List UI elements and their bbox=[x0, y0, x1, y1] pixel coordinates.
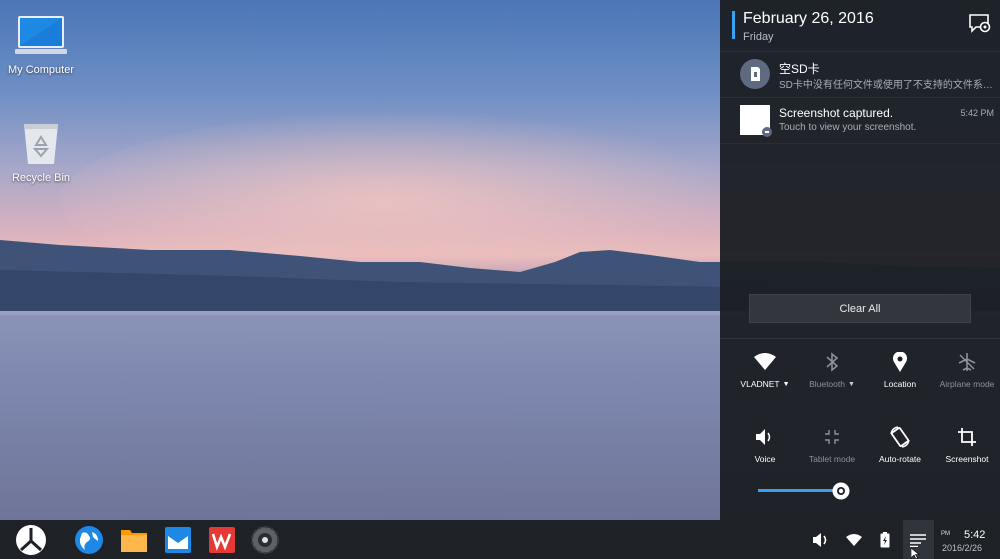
notification-subtitle: SD卡中没有任何文件或使用了不支持的文件系… bbox=[779, 80, 993, 91]
notification-screenshot[interactable]: Screenshot captured. Touch to view your … bbox=[720, 98, 1000, 144]
panel-date: February 26, 2016 bbox=[743, 10, 874, 27]
file-manager-button[interactable] bbox=[118, 524, 150, 556]
wps-office-button[interactable] bbox=[206, 524, 238, 556]
desktop-icon-label: My Computer bbox=[7, 64, 75, 76]
volume-icon bbox=[813, 533, 827, 547]
auto-rotate-icon bbox=[889, 426, 911, 448]
tray-volume[interactable] bbox=[810, 529, 832, 551]
brightness-slider-knob[interactable] bbox=[832, 482, 850, 500]
volume-icon bbox=[754, 426, 776, 448]
computer-icon bbox=[15, 16, 67, 54]
recycle-bin-icon bbox=[24, 124, 58, 164]
clock-time[interactable]: 5:42 bbox=[964, 529, 985, 541]
panel-header: February 26, 2016 Friday bbox=[720, 0, 1000, 52]
email-icon bbox=[165, 527, 191, 553]
brightness-icon bbox=[832, 482, 850, 500]
quick-setting-label: Voice bbox=[754, 454, 776, 464]
start-menu-icon bbox=[16, 525, 46, 555]
quick-settings-divider bbox=[720, 338, 1000, 339]
tray-battery[interactable] bbox=[874, 529, 896, 551]
clear-all-button[interactable]: Clear All bbox=[749, 294, 971, 323]
desktop-icon-my-computer[interactable]: My Computer bbox=[1, 14, 81, 76]
date-accent-bar bbox=[732, 11, 735, 39]
battery-icon bbox=[880, 532, 890, 548]
caret-down-icon: ▼ bbox=[847, 380, 855, 388]
tray-wifi[interactable] bbox=[843, 529, 865, 551]
notification-title: Screenshot captured. bbox=[779, 106, 894, 120]
location-icon bbox=[889, 351, 911, 373]
wifi-icon bbox=[846, 533, 862, 546]
caret-down-icon: ▼ bbox=[782, 380, 790, 388]
sd-card-icon bbox=[740, 59, 770, 89]
desktop-icon-label: Recycle Bin bbox=[11, 172, 71, 184]
quick-setting-label: Location bbox=[883, 379, 917, 389]
panel-day: Friday bbox=[743, 31, 774, 43]
mouse-cursor-icon bbox=[911, 548, 920, 559]
wps-office-icon bbox=[209, 527, 235, 553]
notification-time: 5:42 PM bbox=[960, 108, 994, 118]
quick-setting-label: Screenshot bbox=[945, 454, 989, 464]
quick-setting-auto-rotate[interactable]: Auto-rotate bbox=[865, 426, 935, 464]
settings-button[interactable] bbox=[249, 524, 281, 556]
settings-icon bbox=[251, 526, 279, 554]
start-menu-button[interactable] bbox=[15, 524, 47, 556]
quick-setting-voice[interactable]: Voice bbox=[730, 426, 800, 464]
screenshot-thumbnail-icon bbox=[740, 105, 772, 137]
file-manager-icon bbox=[121, 530, 147, 552]
quick-setting-wifi[interactable]: VLADNET ▼ bbox=[730, 351, 800, 389]
quick-setting-airplane[interactable]: Airplane mode bbox=[932, 351, 1000, 389]
email-button[interactable] bbox=[162, 524, 194, 556]
notification-subtitle: Touch to view your screenshot. bbox=[779, 122, 917, 133]
clock-ampm: PM bbox=[941, 531, 950, 537]
quick-setting-bluetooth[interactable]: Bluetooth ▼ bbox=[797, 351, 867, 389]
notification-sd-card[interactable]: 空SD卡 SD卡中没有任何文件或使用了不支持的文件系… bbox=[720, 52, 1000, 98]
quick-setting-label: Tablet mode bbox=[808, 454, 856, 464]
airplane-icon bbox=[956, 351, 978, 373]
tablet-mode-icon bbox=[821, 426, 843, 448]
quick-setting-tablet-mode[interactable]: Tablet mode bbox=[797, 426, 867, 464]
brightness-slider-track[interactable] bbox=[758, 489, 843, 492]
notification-settings-icon[interactable] bbox=[968, 12, 992, 36]
quick-setting-location[interactable]: Location bbox=[865, 351, 935, 389]
browser-button[interactable] bbox=[73, 524, 105, 556]
notification-title: 空SD卡 bbox=[779, 62, 820, 76]
wifi-icon bbox=[754, 351, 776, 373]
browser-icon bbox=[75, 526, 103, 554]
quick-setting-label: VLADNET bbox=[740, 379, 780, 389]
quick-setting-label: Auto-rotate bbox=[878, 454, 922, 464]
crop-icon bbox=[956, 426, 978, 448]
notifications-icon bbox=[910, 534, 926, 547]
quick-setting-screenshot[interactable]: Screenshot bbox=[932, 426, 1000, 464]
clock-date[interactable]: 2016/2/26 bbox=[942, 543, 982, 553]
bluetooth-icon bbox=[821, 351, 843, 373]
quick-setting-label: Airplane mode bbox=[939, 379, 995, 389]
notification-panel: February 26, 2016 Friday 空SD卡 SD卡中没有任何文件… bbox=[720, 0, 1000, 520]
quick-setting-label: Bluetooth bbox=[809, 379, 845, 389]
desktop-icon-recycle-bin[interactable]: Recycle Bin bbox=[1, 120, 81, 184]
